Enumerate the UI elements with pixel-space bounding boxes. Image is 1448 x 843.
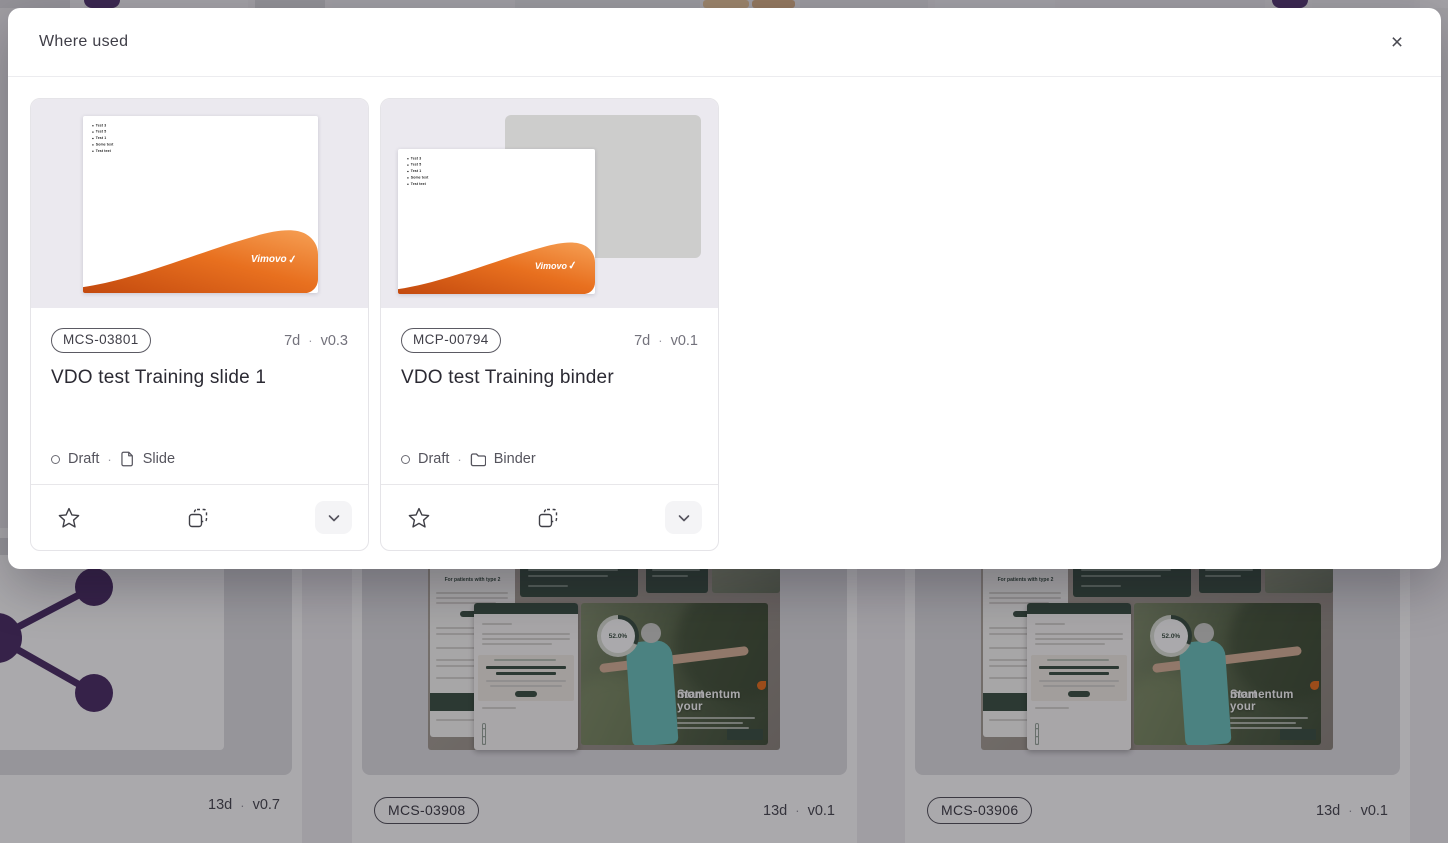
bullet-text: Test 5 [411,163,422,166]
star-icon [408,507,430,528]
bullet-marker [92,125,93,126]
star-icon [58,507,80,528]
card-meta: 7d · v0.1 [634,333,698,349]
expand-menu-button[interactable] [315,501,352,534]
card-version: v0.1 [671,333,698,349]
where-used-modal: Where used × Test 3 Test 5 Test 1 Some t… [8,8,1441,569]
vimovo-logo: Vimovo✓ [535,258,577,271]
card-info: MCS-03801 7d · v0.3 VDO test Training sl… [31,308,368,484]
card-actions [381,485,718,550]
binder-folder-icon [470,452,486,467]
type-label: Binder [494,451,536,467]
where-used-card-binder[interactable]: Test 3 Test 5 Test 1 Some text Test text [380,98,719,551]
meta-separator: · [457,452,461,467]
card-code-badge: MCS-03801 [51,328,151,353]
status-row: Draft · Binder [401,451,698,467]
bullet-text: Test 1 [411,170,422,173]
bullet-marker [407,171,408,172]
bullet-line: Some text [92,143,318,146]
bullet-text: Some text [96,143,114,146]
slide-preview: Test 3 Test 5 Test 1 Some text Test text [83,116,318,293]
card-meta: 7d · v0.3 [284,333,348,349]
bullet-text: Test 1 [96,137,107,140]
duplicate-button[interactable] [536,506,560,530]
meta-separator: · [658,333,662,348]
card-actions [31,485,368,550]
favorite-star-button[interactable] [58,507,80,528]
bullet-line: Test text [92,150,318,153]
bullet-line: Test 5 [92,130,318,133]
bullet-marker [92,132,93,133]
vimovo-logo-text: Vimovo [251,254,287,265]
bullet-marker [92,144,93,145]
type-label: Slide [143,451,175,467]
close-icon[interactable]: × [1383,28,1411,56]
bullet-text: Test 3 [411,157,422,160]
card-age: 7d [284,333,300,349]
slide-document-icon [120,451,135,467]
card-code-badge: MCP-00794 [401,328,501,353]
slide-preview: Test 3 Test 5 Test 1 Some text Test text [398,149,595,294]
bullet-line: Some text [407,176,595,179]
draft-status-icon [51,455,60,464]
bullet-marker [407,165,408,166]
slide-bullet-list: Test 3 Test 5 Test 1 Some text Test text [92,124,318,156]
vimovo-wing-icon: ✓ [287,252,298,266]
modal-title: Where used [39,33,128,51]
card-title: VDO test Training slide 1 [51,367,348,389]
bullet-line: Test text [407,183,595,186]
screen: 13d · v0.7 For patients with type 2 [0,0,1448,843]
bullet-line: Test 5 [407,163,595,166]
duplicate-icon [186,506,210,530]
badge-row: MCP-00794 7d · v0.1 [401,328,698,353]
bullet-marker [92,151,93,152]
bullet-line: Test 1 [407,170,595,173]
chevron-down-icon [676,510,692,526]
duplicate-icon [536,506,560,530]
bullet-line: Test 3 [407,157,595,160]
bullet-marker [407,177,408,178]
bullet-marker [92,138,93,139]
bullet-line: Test 3 [92,124,318,127]
vimovo-logo: Vimovo✓ [251,252,297,265]
expand-menu-button[interactable] [665,501,702,534]
vimovo-wing-icon: ✓ [567,258,578,272]
bullet-text: Some text [411,176,429,179]
status-label: Draft [68,451,99,467]
duplicate-button[interactable] [186,506,210,530]
slide-bullet-list: Test 3 Test 5 Test 1 Some text Test text [407,157,595,189]
favorite-star-button[interactable] [408,507,430,528]
chevron-down-icon [326,510,342,526]
draft-status-icon [401,455,410,464]
bullet-text: Test 3 [96,124,107,127]
card-age: 7d [634,333,650,349]
bullet-text: Test 5 [96,130,107,133]
bullet-line: Test 1 [92,137,318,140]
meta-separator: · [107,452,111,467]
bullet-marker [407,184,408,185]
meta-separator: · [308,333,312,348]
vimovo-logo-text: Vimovo [535,261,567,271]
card-title: VDO test Training binder [401,367,698,389]
where-used-card-slide[interactable]: Test 3 Test 5 Test 1 Some text Test text [30,98,369,551]
bullet-text: Test text [411,183,426,186]
binder-thumbnail-area: Test 3 Test 5 Test 1 Some text Test text [381,99,718,308]
bullet-marker [407,158,408,159]
modal-body: Test 3 Test 5 Test 1 Some text Test text [8,77,1441,569]
badge-row: MCS-03801 7d · v0.3 [51,328,348,353]
status-label: Draft [418,451,449,467]
modal-header: Where used × [8,8,1441,77]
card-version: v0.3 [321,333,348,349]
slide-thumbnail-area: Test 3 Test 5 Test 1 Some text Test text [31,99,368,308]
status-row: Draft · Slide [51,451,348,467]
bullet-text: Test text [96,150,111,153]
card-info: MCP-00794 7d · v0.1 VDO test Training bi… [381,308,718,484]
